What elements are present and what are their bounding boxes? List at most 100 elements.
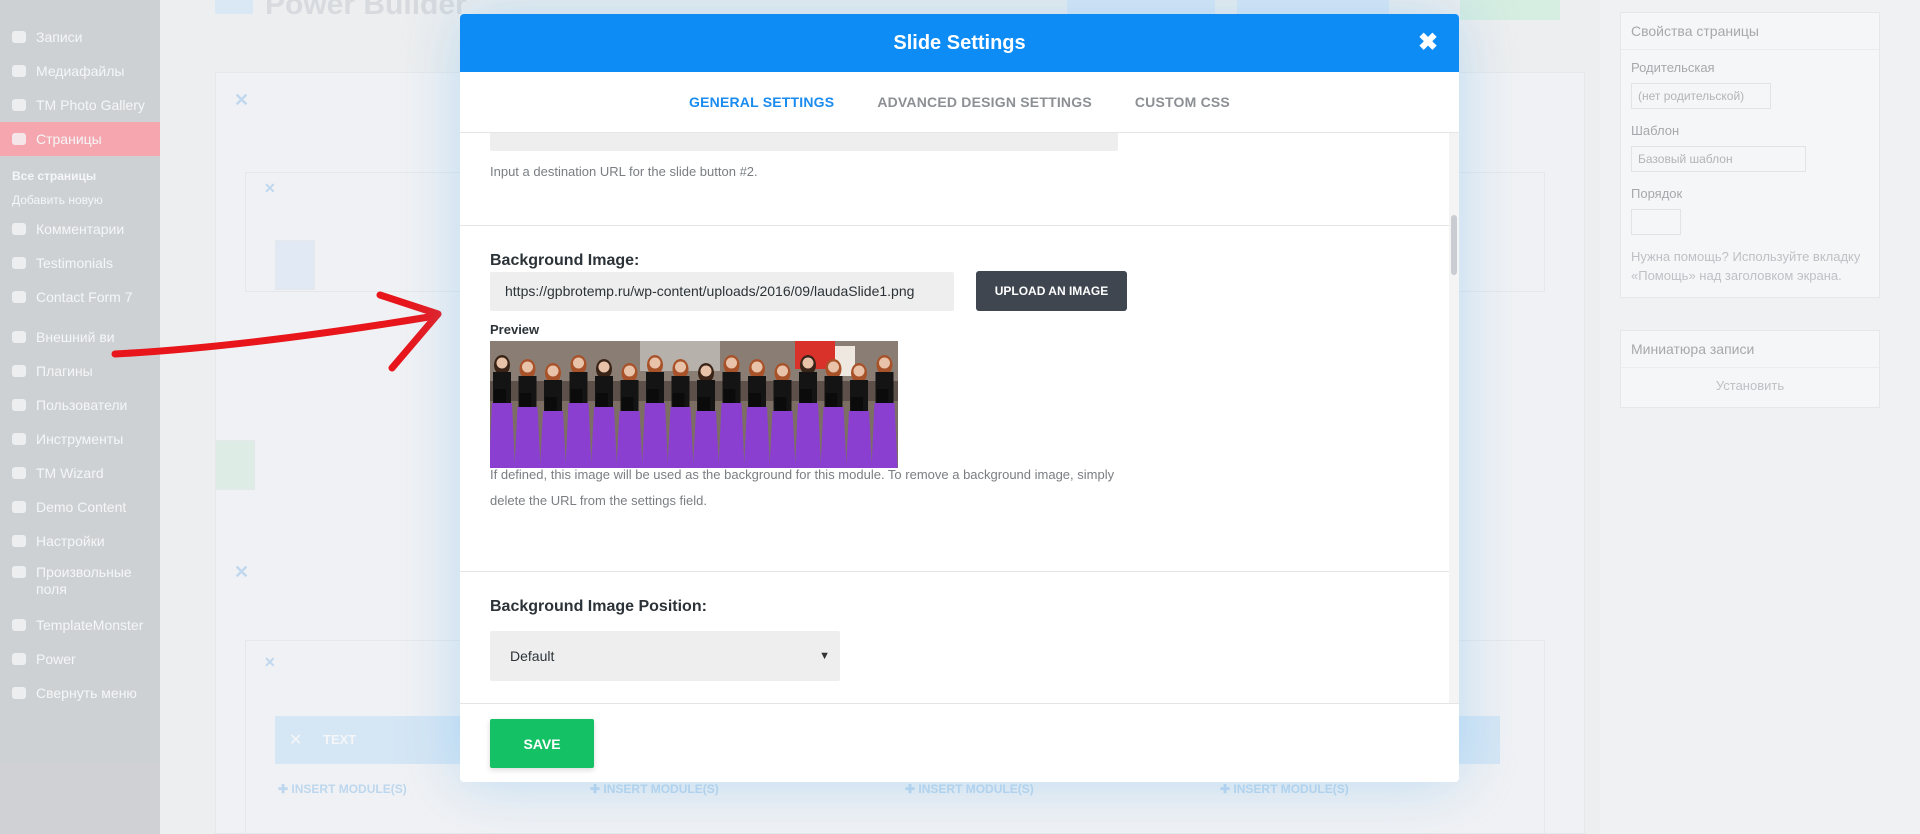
sidebar-item-comments[interactable]: Комментарии <box>0 212 160 246</box>
save-button[interactable]: SAVE <box>490 719 594 768</box>
sidebar-item-photo-gallery[interactable]: TM Photo Gallery <box>0 88 160 122</box>
sidebar-item-templatemonster[interactable]: TemplateMonster <box>0 608 160 642</box>
plus-icon: ✚ <box>278 782 292 796</box>
flag-icon <box>10 465 28 481</box>
tab-custom-css[interactable]: CUSTOM CSS <box>1135 94 1230 110</box>
close-icon[interactable]: ✕ <box>264 180 276 197</box>
sidebar-item-pages[interactable]: Страницы <box>0 122 160 156</box>
sidebar-item-label: Произвольные поля <box>36 564 132 597</box>
sidebar-item-label: Внешний ви <box>36 329 115 345</box>
tab-advanced-design-settings[interactable]: ADVANCED DESIGN SETTINGS <box>877 94 1092 110</box>
close-icon[interactable]: ✖ <box>1415 30 1441 56</box>
upload-image-button[interactable]: UPLOAD AN IMAGE <box>976 271 1127 311</box>
sidebar-item-users[interactable]: Пользователи <box>0 388 160 422</box>
sidebar-item-tm-wizard[interactable]: TM Wizard <box>0 456 160 490</box>
close-icon[interactable]: ✕ <box>234 90 249 111</box>
insert-module-link[interactable]: ✚ INSERT MODULE(S) <box>905 782 1034 796</box>
template-label: Шаблон <box>1631 123 1680 138</box>
module-thumb <box>275 240 315 290</box>
sidebar-item-label: Все страницы <box>12 169 97 183</box>
comment-icon <box>10 221 28 237</box>
testimonials-icon <box>10 255 28 271</box>
preview-label: Preview <box>490 322 540 337</box>
module-thumb <box>215 440 255 490</box>
select-value: Default <box>510 648 555 664</box>
tab-general-settings[interactable]: GENERAL SETTINGS <box>689 94 834 110</box>
background-position-label: Background Image Position: <box>490 598 707 615</box>
row-label: TEXT <box>323 732 357 747</box>
insert-label: INSERT MODULE(S) <box>603 782 719 796</box>
background-position-select[interactable]: Default ▼ <box>490 631 840 681</box>
background-image-description-1: If defined, this image will be used as t… <box>490 467 1115 482</box>
sidebar-item-label: Настройки <box>36 533 105 549</box>
sidebar-item-settings[interactable]: Настройки <box>0 524 160 558</box>
button2-url-input[interactable] <box>490 133 1118 151</box>
pin-icon <box>10 29 28 45</box>
insert-module-link[interactable]: ✚ INSERT MODULE(S) <box>1220 782 1349 796</box>
sidebar-item-label: TemplateMonster <box>36 617 144 633</box>
close-icon[interactable]: ✕ <box>264 654 276 671</box>
scroll-thumb[interactable] <box>1451 215 1457 275</box>
sidebar-item-label: Медиафайлы <box>36 63 125 79</box>
page-attributes-box: Свойства страницы Родительская (нет роди… <box>1620 12 1880 298</box>
background-image-url-input[interactable]: https://gpbrotemp.ru/wp-content/uploads/… <box>490 272 954 311</box>
page-attributes-panel: Свойства страницы Родительская (нет роди… <box>1600 0 1920 834</box>
background-image-description-2: delete the URL from the settings field. <box>490 493 708 508</box>
sidebar-item-label: TM Wizard <box>36 465 104 481</box>
sidebar-item-label: Demo Content <box>36 499 127 515</box>
mail-icon <box>10 289 28 305</box>
insert-label: INSERT MODULE(S) <box>918 782 1034 796</box>
sidebar-item-demo-content[interactable]: Demo Content <box>0 490 160 524</box>
background-image-preview <box>490 341 898 468</box>
user-icon <box>10 397 28 413</box>
modal-title: Slide Settings <box>893 31 1026 54</box>
templatemonster-icon <box>10 617 28 633</box>
insert-label: INSERT MODULE(S) <box>1233 782 1349 796</box>
modal-header: Slide Settings ✖ <box>460 14 1459 72</box>
background-image-label: Background Image: <box>490 252 640 269</box>
sidebar-item-custom-fields[interactable]: Произвольные поля <box>0 558 160 604</box>
brush-icon <box>10 329 28 345</box>
help-text: Нужна помощь? Используйте вкладку «Помощ… <box>1631 249 1861 283</box>
sidebar-item-label: Инструменты <box>36 431 124 447</box>
plus-icon: ✚ <box>905 782 919 796</box>
modal-scrollbar[interactable] <box>1449 133 1459 703</box>
sidebar-item-label: TM Photo Gallery <box>36 97 145 113</box>
power-icon <box>10 651 28 667</box>
caret-down-icon: ▼ <box>819 650 830 662</box>
settings-icon <box>10 533 28 549</box>
divider <box>460 571 1453 572</box>
plugin-icon <box>10 363 28 379</box>
header-button[interactable] <box>1460 0 1560 20</box>
insert-module-link[interactable]: ✚ INSERT MODULE(S) <box>590 782 719 796</box>
sidebar-item-power[interactable]: Power <box>0 642 160 676</box>
choir-photo <box>490 341 898 468</box>
sidebar-item-posts[interactable]: Записи <box>0 20 160 54</box>
parent-select[interactable]: (нет родительской) <box>1631 83 1771 109</box>
modal-body: Input a destination URL for the slide bu… <box>460 133 1459 703</box>
sidebar-item-label: Плагины <box>36 363 93 379</box>
close-icon[interactable]: ✕ <box>234 562 249 583</box>
pages-icon <box>10 131 28 147</box>
divider <box>460 225 1453 226</box>
sidebar-item-label: Power <box>36 651 76 667</box>
sidebar-item-tools[interactable]: Инструменты <box>0 422 160 456</box>
sidebar-item-label: Комментарии <box>36 221 125 237</box>
set-featured-image-link[interactable]: Установить <box>1621 368 1879 407</box>
slide-settings-modal: Slide Settings ✖ GENERAL SETTINGS ADVANC… <box>460 14 1459 782</box>
close-icon[interactable]: ✕ <box>289 730 302 750</box>
sidebar-item-label: Добавить новую <box>12 193 103 207</box>
modal-footer: SAVE <box>460 703 1459 782</box>
insert-module-link[interactable]: ✚ INSERT MODULE(S) <box>278 782 407 796</box>
sidebar-item-testimonials[interactable]: Testimonials <box>0 246 160 280</box>
sidebar-subitem-all-pages[interactable]: Все страницы <box>0 164 160 188</box>
admin-sidebar: Записи Медиафайлы TM Photo Gallery Стран… <box>0 0 160 834</box>
sidebar-subitem-add-new[interactable]: Добавить новую <box>0 188 160 212</box>
sidebar-item-media[interactable]: Медиафайлы <box>0 54 160 88</box>
sidebar-item-label: Пользователи <box>36 397 128 413</box>
box-title: Свойства страницы <box>1621 13 1879 50</box>
order-input[interactable] <box>1631 209 1681 235</box>
sidebar-item-collapse-menu[interactable]: Свернуть меню <box>0 676 160 710</box>
template-select[interactable]: Базовый шаблон <box>1631 146 1806 172</box>
media-icon <box>10 63 28 79</box>
